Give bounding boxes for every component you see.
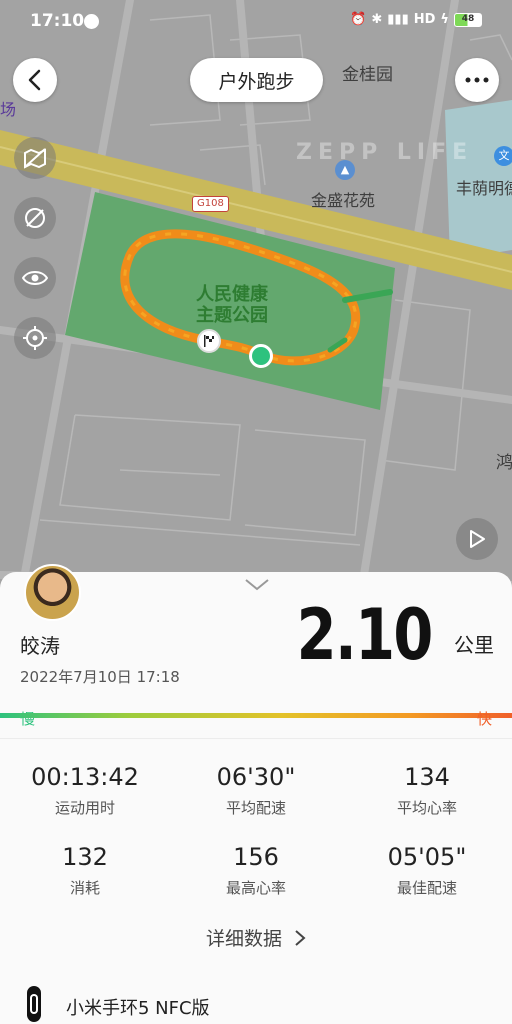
stat-label: 最高心率 [225,879,286,897]
username: 皎涛 [20,634,60,658]
stat-value: 00:13:42 [31,763,139,791]
map-label-chang: 场 [0,100,17,119]
collapse-chevron-icon[interactable] [244,578,270,592]
activity-type-title[interactable]: 户外跑步 [190,58,323,102]
map-poi-icon: ▲ [335,160,355,180]
distance-unit: 公里 [454,633,494,657]
map-label-jingui: 金桂园 [342,65,393,85]
stat-label: 消耗 [69,879,100,897]
stat-label: 平均心率 [396,799,457,817]
notification-dot-icon [84,14,99,29]
park-label-line1: 人民健康 [196,284,268,305]
stat-avg-heart-rate: 134 平均心率 [342,763,512,818]
stat-label: 最佳配速 [396,879,457,897]
pace-fast-label: 快 [476,710,492,728]
distance-value: 2.10 [296,594,434,676]
more-options-button[interactable] [455,58,499,102]
status-bar: 17:10 ⏰ ✱ ▮▮▮ HD ϟ 48 [0,0,512,44]
stat-label: 平均配速 [225,799,286,817]
avatar[interactable] [24,564,81,621]
locate-button[interactable] [14,317,56,359]
map-watermark: ZEPP LIFE [296,140,474,165]
stat-calories: 132 消耗 [0,843,170,898]
details-link-label: 详细数据 [205,928,282,950]
pace-slow-label: 慢 [20,710,36,728]
map-view[interactable]: ZEPP LIFE 金桂园 金盛花苑 ▲ 丰荫明德 文 场 鸿 G108 人民健… [0,0,512,600]
device-row[interactable]: 小米手环5 NFC版 [0,984,512,1024]
route-off-icon [25,208,45,228]
stat-label: 运动用时 [54,799,115,817]
stat-best-pace: 05'05" 最佳配速 [342,843,512,898]
visibility-button[interactable] [14,257,56,299]
park-label-line2: 主题公园 [196,305,268,326]
signal-icon: ▮▮▮ [387,12,409,27]
stat-max-heart-rate: 156 最高心率 [171,843,341,898]
fitness-band-icon [27,986,41,1022]
charging-icon: ϟ [440,12,449,27]
stat-value: 06'30" [216,763,296,791]
eye-icon [22,271,48,285]
device-name: 小米手环5 NFC版 [66,998,210,1019]
stat-value: 134 [404,763,450,791]
target-icon [23,326,47,350]
replay-button[interactable] [456,518,498,560]
back-button[interactable] [13,58,57,102]
pace-gradient-bar [0,713,512,718]
activity-datetime: 2022年7月10日 17:18 [20,668,180,686]
road-shield-g108: G108 [192,196,229,212]
map-label-jinsheng: 金盛花苑 [311,191,376,210]
map-label-fengming: 丰荫明德 [456,179,512,198]
play-icon [470,530,485,548]
battery-icon: 48 [454,12,482,27]
chevron-right-icon [295,930,306,946]
stat-avg-pace: 06'30" 平均配速 [171,763,341,818]
map-poi-culture-icon: 文 [494,146,512,166]
bluetooth-icon: ✱ [371,12,383,27]
status-time: 17:10 [30,11,85,31]
stat-value: 132 [62,843,108,871]
map-label-hong: 鸿 [496,453,512,473]
route-end-point-icon [249,344,273,368]
network-type: HD [413,12,436,27]
route-start-flag-icon [197,329,221,353]
more-dots-icon [465,77,489,83]
status-icons: ⏰ ✱ ▮▮▮ HD ϟ 48 [350,12,482,27]
details-link[interactable]: 详细数据 [0,924,512,951]
stat-duration: 00:13:42 运动用时 [0,763,170,818]
divider [0,738,512,739]
map-style-button[interactable] [14,137,56,179]
back-arrow-icon [28,69,41,91]
alarm-icon: ⏰ [350,12,367,27]
stat-value: 156 [233,843,279,871]
stat-value: 05'05" [387,843,467,871]
park-label: 人民健康 主题公园 [196,284,268,326]
map-layer-off-icon [24,148,46,169]
route-toggle-button[interactable] [14,197,56,239]
